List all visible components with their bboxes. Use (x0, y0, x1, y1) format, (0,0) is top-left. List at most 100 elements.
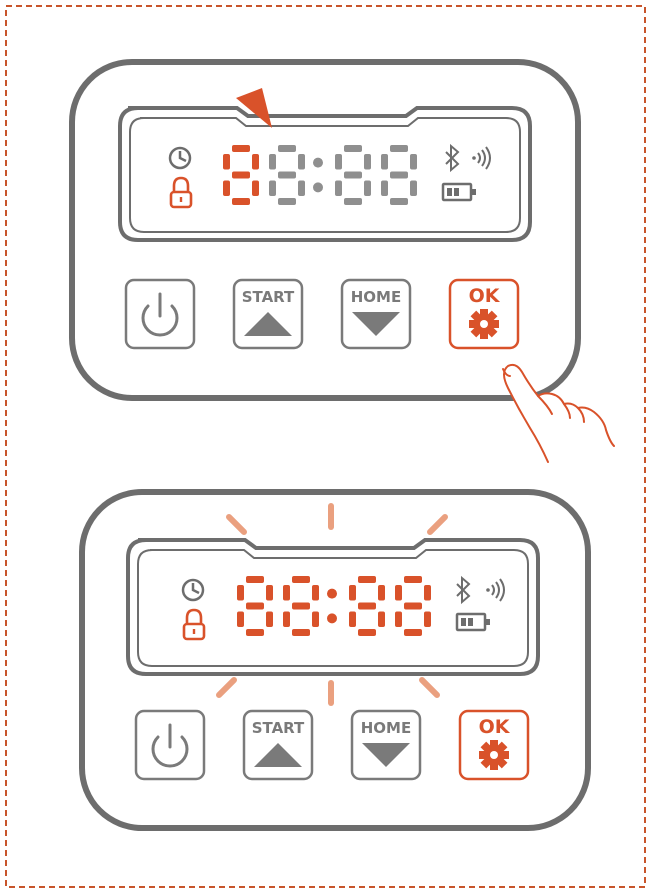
segment-c (424, 611, 431, 627)
button-row: START HOME OK (124, 278, 520, 350)
seven-segment-digits (223, 145, 417, 205)
segment-f (269, 154, 276, 170)
segment-e (381, 180, 388, 196)
device-body (79, 489, 591, 831)
segment-g (246, 602, 264, 610)
segment-f (335, 154, 342, 170)
ok-button[interactable]: OK (458, 709, 530, 781)
segment-f (283, 585, 290, 601)
segment-e (283, 611, 290, 627)
segment-c (410, 180, 417, 196)
ok-button[interactable]: OK (448, 278, 520, 350)
colon-dot-top (313, 157, 323, 168)
segment-c (364, 180, 371, 196)
digit-0 (223, 145, 259, 205)
segment-f (223, 154, 230, 170)
segment-c (298, 180, 305, 196)
segment-g (404, 602, 422, 610)
digit-3 (395, 576, 431, 636)
triangle-up-icon (244, 312, 292, 336)
home-button[interactable]: HOME (350, 709, 422, 781)
segment-a (292, 576, 310, 583)
signal-icon (472, 146, 491, 170)
segment-d (246, 629, 264, 636)
digit-2 (349, 576, 385, 636)
triangle-down-icon (352, 312, 400, 336)
display-screen (118, 106, 532, 242)
lock-icon (182, 608, 206, 641)
segment-c (312, 611, 319, 627)
button-row: START HOME OK (134, 709, 530, 781)
clock-icon (181, 578, 205, 602)
screen-inner (129, 117, 521, 233)
lock-icon (169, 176, 193, 209)
screen-inner (137, 549, 529, 667)
segment-c (266, 611, 273, 627)
segment-d (358, 629, 376, 636)
segment-d (278, 198, 296, 205)
segment-e (395, 611, 402, 627)
segment-b (252, 154, 259, 170)
glow-line (427, 514, 448, 535)
segment-b (364, 154, 371, 170)
diagram-canvas: START HOME OK START HOME OK (5, 5, 646, 888)
power-icon (151, 723, 189, 768)
power-icon (141, 292, 179, 337)
panel-1: START HOME OK (69, 59, 615, 463)
button-label: START (242, 288, 295, 306)
button-label: OK (469, 285, 501, 307)
segment-b (378, 585, 385, 601)
screen-outer (126, 538, 540, 676)
button-label: HOME (351, 288, 401, 306)
digit-0 (237, 576, 273, 636)
segment-a (404, 576, 422, 583)
button-label: OK (479, 716, 511, 738)
start-button[interactable]: START (232, 278, 304, 350)
segment-a (390, 145, 408, 152)
colon-dot-bottom (313, 182, 323, 193)
segment-g (232, 171, 250, 179)
triangle-down-icon (362, 743, 410, 767)
clock-icon (168, 146, 192, 170)
button-label: HOME (361, 719, 411, 737)
battery-icon (441, 182, 476, 202)
segment-c (252, 180, 259, 196)
segment-b (266, 585, 273, 601)
power-button[interactable] (134, 709, 206, 781)
glow-line (419, 677, 440, 698)
signal-icon (486, 578, 505, 602)
segment-g (390, 171, 408, 179)
segment-e (269, 180, 276, 196)
home-button[interactable]: HOME (340, 278, 412, 350)
segment-a (232, 145, 250, 152)
start-button[interactable]: START (242, 709, 314, 781)
seven-segment-digits (237, 576, 431, 636)
segment-c (378, 611, 385, 627)
battery-icon (455, 612, 490, 632)
segment-f (349, 585, 356, 601)
segment-e (335, 180, 342, 196)
segment-g (292, 602, 310, 610)
segment-d (344, 198, 362, 205)
segment-d (292, 629, 310, 636)
gear-icon (469, 309, 499, 339)
bluetooth-icon (445, 143, 460, 173)
bluetooth-icon (456, 575, 471, 605)
power-button[interactable] (124, 278, 196, 350)
segment-g (278, 171, 296, 179)
glow-line (226, 514, 247, 535)
segment-a (278, 145, 296, 152)
panel-2: START HOME OK (79, 489, 591, 831)
segment-e (237, 611, 244, 627)
segment-b (298, 154, 305, 170)
digit-2 (335, 145, 371, 205)
segment-b (424, 585, 431, 601)
segment-a (358, 576, 376, 583)
digit-1 (283, 576, 319, 636)
segment-d (232, 198, 250, 205)
segment-a (344, 145, 362, 152)
segment-g (344, 171, 362, 179)
colon-dot-bottom (327, 613, 337, 624)
screen-outer (118, 106, 532, 242)
segment-a (246, 576, 264, 583)
